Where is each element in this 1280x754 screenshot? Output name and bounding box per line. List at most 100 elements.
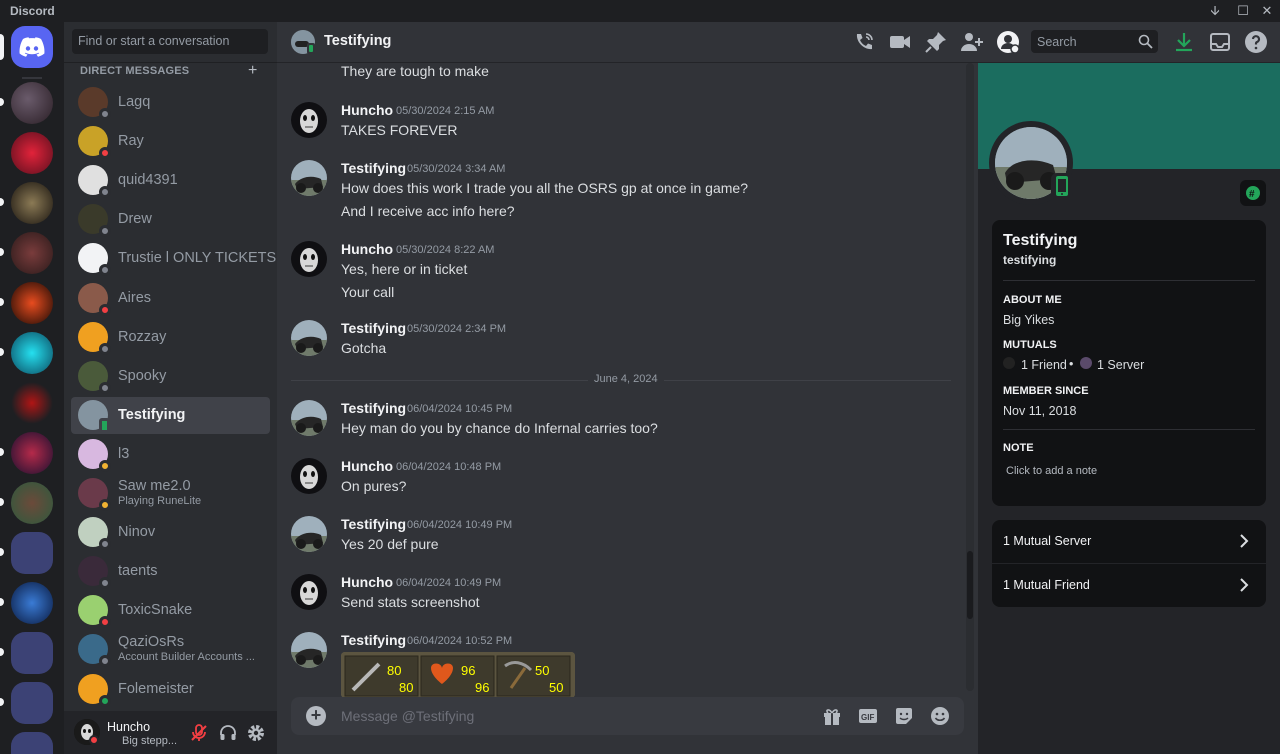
attack-level-bottom: 80 bbox=[399, 680, 413, 695]
headphones-icon[interactable] bbox=[218, 723, 238, 743]
create-dm-button[interactable]: + bbox=[248, 62, 257, 80]
dm-name: Ninov bbox=[118, 524, 156, 541]
mutual-server-link[interactable]: 1 Mutual Server bbox=[992, 520, 1266, 563]
dm-item[interactable]: QaziOsRs Account Builder Accounts ... bbox=[71, 631, 270, 668]
voice-call-icon[interactable] bbox=[852, 30, 876, 54]
message-input-bar[interactable]: + Message @Testifying GIF bbox=[291, 697, 964, 735]
server-icon-7[interactable] bbox=[11, 382, 53, 424]
chevron-right-icon bbox=[1240, 534, 1249, 548]
video-call-icon[interactable] bbox=[888, 30, 912, 54]
message-author[interactable]: Huncho bbox=[341, 102, 393, 118]
message-avatar[interactable] bbox=[291, 400, 327, 436]
header-search-input[interactable]: Search bbox=[1031, 30, 1158, 53]
message-avatar[interactable] bbox=[291, 458, 327, 494]
message-avatar[interactable] bbox=[291, 320, 327, 356]
dm-item[interactable]: Ninov bbox=[71, 514, 270, 551]
dm-item[interactable]: Aires bbox=[71, 280, 270, 317]
status-online-indicator bbox=[99, 694, 111, 707]
gift-icon[interactable] bbox=[821, 705, 843, 727]
pin-icon[interactable] bbox=[924, 30, 948, 54]
server-folder-1[interactable] bbox=[11, 532, 53, 574]
user-avatar[interactable] bbox=[74, 719, 100, 745]
server-icon-4[interactable] bbox=[11, 232, 53, 274]
server-folder-2[interactable] bbox=[11, 632, 53, 674]
message-avatar[interactable] bbox=[291, 160, 327, 196]
server-icon-9[interactable] bbox=[11, 482, 53, 524]
emoji-icon[interactable] bbox=[929, 705, 951, 727]
server-icon-3[interactable] bbox=[11, 182, 53, 224]
message-timestamp: 05/30/2024 2:15 AM bbox=[396, 105, 495, 117]
dm-item[interactable]: Saw me2.0 Playing RuneLite bbox=[71, 475, 270, 512]
dm-name: ToxicSnake bbox=[118, 602, 193, 619]
message-avatar[interactable] bbox=[291, 574, 327, 610]
dm-item[interactable]: taents bbox=[71, 553, 270, 590]
message-timestamp: 06/04/2024 10:49 PM bbox=[396, 577, 502, 589]
dm-item[interactable]: Trustie l ONLY TICKETS bbox=[71, 240, 276, 277]
download-icon[interactable] bbox=[1172, 30, 1196, 54]
dm-item[interactable]: Ray bbox=[71, 123, 270, 160]
close-button[interactable]: ✕ bbox=[1258, 2, 1276, 20]
mutual-friends-count[interactable]: 1 Friend bbox=[1021, 358, 1067, 372]
stats-screenshot-image: 80 80 96 96 50 50 bbox=[341, 652, 575, 698]
message-author[interactable]: Huncho bbox=[341, 574, 393, 590]
dm-item[interactable]: Rozzay bbox=[71, 319, 270, 356]
message-avatar[interactable] bbox=[291, 516, 327, 552]
dm-item[interactable]: Folemeister bbox=[71, 671, 270, 708]
message-author[interactable]: Testifying bbox=[341, 632, 406, 648]
svg-text:#: # bbox=[1249, 189, 1255, 200]
dm-item[interactable]: l3 bbox=[71, 436, 270, 473]
message-author[interactable]: Huncho bbox=[341, 241, 393, 257]
dm-item[interactable]: quid4391 bbox=[71, 162, 270, 199]
inbox-icon[interactable] bbox=[1208, 30, 1232, 54]
message-input-placeholder[interactable]: Message @Testifying bbox=[341, 708, 474, 724]
image-attachment[interactable]: 80 80 96 96 50 50 bbox=[341, 652, 575, 698]
server-folder-3[interactable] bbox=[11, 682, 53, 724]
date-separator-label: June 4, 2024 bbox=[588, 373, 664, 385]
server-icon-10[interactable] bbox=[11, 582, 53, 624]
dm-item[interactable]: Spooky bbox=[71, 358, 270, 395]
member-since-date: Nov 11, 2018 bbox=[1003, 404, 1077, 418]
dm-item[interactable]: ToxicSnake bbox=[71, 592, 270, 629]
server-icon-6[interactable] bbox=[11, 332, 53, 374]
mutual-servers-count[interactable]: 1 Server bbox=[1097, 358, 1144, 372]
add-friends-to-dm-icon[interactable] bbox=[960, 30, 984, 54]
mutual-friend-link[interactable]: 1 Mutual Friend bbox=[992, 564, 1266, 607]
dm-item[interactable]: Lagq bbox=[71, 84, 270, 121]
message-author[interactable]: Testifying bbox=[341, 160, 406, 176]
note-input[interactable]: Click to add a note bbox=[1006, 465, 1097, 477]
message-author[interactable]: Testifying bbox=[341, 516, 406, 532]
minimize-button[interactable]: 🡫 bbox=[1206, 2, 1224, 20]
find-conversation-input[interactable]: Find or start a conversation bbox=[72, 29, 268, 54]
chat-scrollbar-thumb[interactable] bbox=[967, 551, 973, 619]
message-avatar[interactable] bbox=[291, 102, 327, 138]
home-button[interactable] bbox=[11, 26, 53, 68]
message-avatar[interactable] bbox=[291, 241, 327, 277]
server-icon-2[interactable] bbox=[11, 132, 53, 174]
settings-gear-icon[interactable] bbox=[246, 723, 266, 743]
maximize-button[interactable]: ☐ bbox=[1234, 2, 1252, 20]
dm-name: Drew bbox=[118, 211, 152, 228]
message-author[interactable]: Testifying bbox=[341, 320, 406, 336]
dm-item[interactable]: Testifying bbox=[71, 396, 270, 434]
message-author[interactable]: Huncho bbox=[341, 458, 393, 474]
profile-hashtag-badge[interactable]: # bbox=[1240, 180, 1266, 206]
user-profile-toggle-icon[interactable] bbox=[996, 30, 1020, 54]
chat-header: Testifying Search bbox=[277, 22, 1280, 63]
mutuals-dot: • bbox=[1069, 357, 1074, 371]
help-icon[interactable] bbox=[1244, 30, 1268, 54]
message-avatar[interactable] bbox=[291, 632, 327, 668]
server-icon-5[interactable] bbox=[11, 282, 53, 324]
status-offline-indicator bbox=[99, 264, 111, 277]
dm-activity: Account Builder Accounts ... bbox=[118, 651, 255, 664]
server-icon-8[interactable] bbox=[11, 432, 53, 474]
dm-item[interactable]: Drew bbox=[71, 201, 270, 238]
folder-icon[interactable] bbox=[11, 732, 53, 754]
profile-divider bbox=[1003, 429, 1255, 430]
sticker-icon[interactable] bbox=[893, 705, 915, 727]
upload-plus-button[interactable]: + bbox=[306, 706, 326, 726]
mic-muted-icon[interactable] bbox=[189, 723, 209, 743]
gif-icon[interactable]: GIF bbox=[857, 705, 879, 727]
server-icon-1[interactable] bbox=[11, 82, 53, 124]
message-text: Your call bbox=[341, 284, 395, 300]
message-author[interactable]: Testifying bbox=[341, 400, 406, 416]
